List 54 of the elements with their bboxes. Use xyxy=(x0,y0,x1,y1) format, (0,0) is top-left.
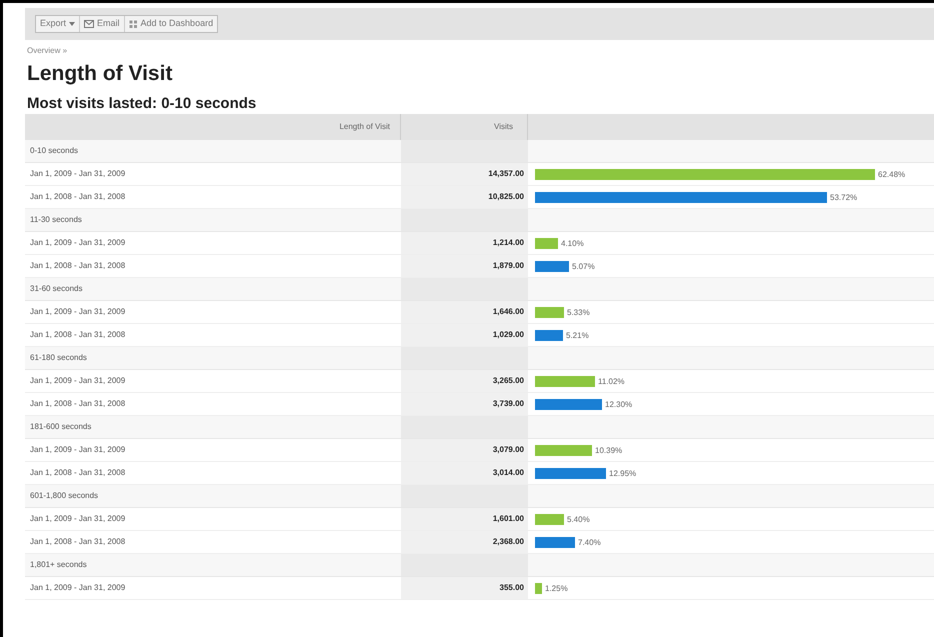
date-range: Jan 1, 2008 - Jan 31, 2008 xyxy=(30,536,126,548)
date-range: Jan 1, 2008 - Jan 31, 2008 xyxy=(30,260,126,272)
toolbar-button[interactable]: Export xyxy=(36,16,80,32)
percent-label: 4.10% xyxy=(561,238,584,248)
percent-label: 62.48% xyxy=(878,168,906,180)
group-label: 61-180 seconds xyxy=(30,352,87,364)
table-cell: 1,601.00 xyxy=(401,508,528,530)
table-cell: 3,014.00 xyxy=(401,462,528,484)
toolbar-button[interactable]: Email xyxy=(80,16,125,32)
table-cell: 2,368.00 xyxy=(401,531,528,553)
percent-label: 10.39% xyxy=(595,444,622,456)
table-cell: 3,079.00 xyxy=(401,439,528,461)
table-cell: 1,879.00 xyxy=(401,255,528,277)
percent-label: 7.40% xyxy=(578,536,601,548)
percent-label: 5.21% xyxy=(566,330,589,340)
percent-label: 1.25% xyxy=(545,582,568,594)
group-label: 11-30 seconds xyxy=(30,214,82,226)
date-range: Jan 1, 2008 - Jan 31, 2008 xyxy=(30,398,126,410)
percent-label: 11.02% xyxy=(598,376,625,386)
percent-label: 5.07% xyxy=(572,260,595,272)
date-range: Jan 1, 2008 - Jan 31, 2008 xyxy=(30,467,126,479)
table-cell: 355.00 xyxy=(401,577,528,599)
grid-icon xyxy=(128,20,138,28)
breadcrumb-link[interactable]: Overview » xyxy=(27,45,934,57)
date-range: Jan 1, 2009 - Jan 31, 2009 xyxy=(30,582,126,594)
group-label: 1,801+ seconds xyxy=(30,559,87,571)
percent-label: 12.95% xyxy=(609,468,636,478)
date-range: Jan 1, 2009 - Jan 31, 2009 xyxy=(30,237,126,249)
date-range: Jan 1, 2009 - Jan 31, 2009 xyxy=(30,306,126,318)
date-range: Jan 1, 2008 - Jan 31, 2008 xyxy=(30,329,126,341)
date-range: Jan 1, 2008 - Jan 31, 2008 xyxy=(30,191,126,203)
table-cell: 14,357.00 xyxy=(401,163,528,185)
page-subtitle: Most visits lasted: 0-10 seconds xyxy=(27,94,258,114)
toolbar-button[interactable]: Add to Dashboard xyxy=(124,16,218,32)
group-label: 601-1,800 seconds xyxy=(30,490,98,502)
table-cell: 10,825.00 xyxy=(401,186,528,208)
percent-label: 5.33% xyxy=(567,306,590,318)
group-label: 181-600 seconds xyxy=(30,421,92,433)
date-range: Jan 1, 2009 - Jan 31, 2009 xyxy=(30,168,126,180)
date-range: Jan 1, 2009 - Jan 31, 2009 xyxy=(30,444,126,456)
page-title: Length of Visit xyxy=(27,61,174,87)
table-cell: 1,646.00 xyxy=(401,301,528,323)
group-label: 31-60 seconds xyxy=(30,283,82,295)
group-label: 0-10 seconds xyxy=(30,145,78,157)
date-range: Jan 1, 2009 - Jan 31, 2009 xyxy=(30,375,126,387)
table-cell: 1,214.00 xyxy=(401,232,528,254)
percent-label: 5.40% xyxy=(567,514,590,524)
table-cell: 3,739.00 xyxy=(401,393,528,415)
percent-label: 12.30% xyxy=(605,398,632,410)
table-cell: 1,029.00 xyxy=(401,324,528,346)
table-cell: 3,265.00 xyxy=(401,370,528,392)
percent-label: 53.72% xyxy=(830,192,858,202)
mail-icon xyxy=(84,20,94,28)
date-range: Jan 1, 2009 - Jan 31, 2009 xyxy=(30,513,126,525)
